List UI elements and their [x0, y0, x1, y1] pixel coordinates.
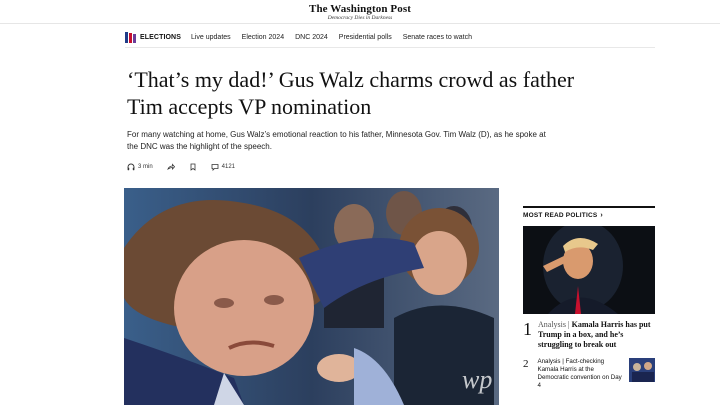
nav-live-updates[interactable]: Live updates	[191, 34, 231, 41]
video-watermark: wp	[462, 365, 492, 394]
most-read-header[interactable]: MOST READ POLITICS ›	[523, 206, 655, 219]
chevron-right-icon: ›	[600, 212, 603, 219]
item-headline: Analysis | Fact-checking Kamala Harris a…	[537, 358, 622, 389]
ballot-icon	[125, 32, 136, 43]
item-label: Analysis	[538, 320, 566, 329]
article-dek: For many watching at home, Gus Walz’s em…	[127, 130, 546, 151]
site-logo[interactable]: The Washington Post	[0, 3, 720, 15]
item-number: 2	[523, 358, 529, 370]
section-nav: ELECTIONS Live updates Election 2024 DNC…	[125, 28, 655, 48]
hero-video[interactable]: wp	[124, 188, 499, 405]
most-read-sidebar: MOST READ POLITICS › 1 Analysis | Kamala…	[523, 206, 655, 390]
most-read-title: MOST READ POLITICS	[523, 212, 598, 219]
nav-senate-races[interactable]: Senate races to watch	[403, 34, 472, 41]
nav-election-2024[interactable]: Election 2024	[242, 34, 284, 41]
share-icon	[166, 163, 175, 171]
article-utility-bar: 3 min 4121	[127, 161, 249, 173]
convention-photo	[628, 358, 655, 382]
most-read-image[interactable]	[523, 226, 655, 314]
save-button[interactable]	[189, 163, 197, 171]
article-headline: ‘That’s my dad!’ Gus Walz charms crowd a…	[127, 67, 575, 119]
elections-label: ELECTIONS	[140, 34, 181, 41]
item-number: 1	[523, 319, 532, 339]
trump-photo	[523, 226, 655, 314]
headphones-icon	[127, 163, 135, 171]
comments-button[interactable]: 4121	[211, 163, 235, 171]
most-read-item-2[interactable]: 2 Analysis | Fact-checking Kamala Harris…	[523, 358, 655, 390]
comment-icon	[211, 164, 219, 171]
item-label: Analysis	[537, 358, 561, 365]
masthead: The Washington Post Democracy Dies in Da…	[0, 0, 720, 24]
nav-presidential-polls[interactable]: Presidential polls	[339, 34, 392, 41]
site-tagline: Democracy Dies in Darkness	[327, 15, 393, 21]
item-headline: Analysis | Kamala Harris has put Trump i…	[538, 320, 651, 349]
share-button[interactable]	[166, 163, 175, 171]
nav-dnc-2024[interactable]: DNC 2024	[295, 34, 328, 41]
most-read-item-1[interactable]: 1 Analysis | Kamala Harris has put Trump…	[523, 320, 655, 350]
bookmark-icon	[190, 163, 196, 171]
elections-brand[interactable]: ELECTIONS	[125, 32, 181, 43]
hero-image: wp	[124, 188, 499, 405]
item-thumbnail[interactable]	[628, 358, 655, 382]
comment-count: 4121	[221, 164, 236, 170]
listen-button[interactable]: 3 min	[127, 163, 153, 171]
listen-time: 3 min	[138, 164, 153, 170]
